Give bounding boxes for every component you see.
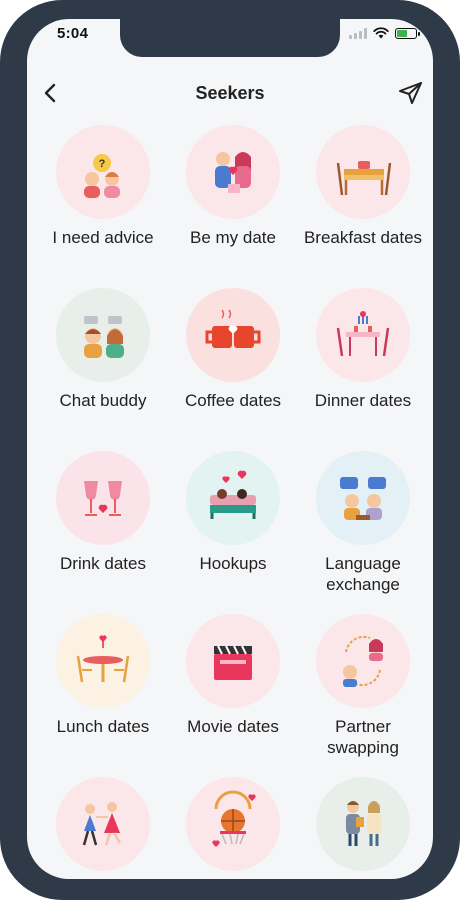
- category-icon-circle[interactable]: [186, 614, 280, 708]
- category-label: Movie dates: [187, 717, 279, 736]
- category-icon-circle[interactable]: [56, 614, 150, 708]
- category-dinner-dates[interactable]: Dinner dates: [298, 288, 428, 451]
- category-breakfast-dates[interactable]: Breakfast dates: [298, 125, 428, 288]
- category-be-my-date[interactable]: Be my date: [168, 125, 298, 288]
- category-study-buddy[interactable]: Study buddy: [298, 777, 428, 879]
- category-icon-circle[interactable]: [56, 777, 150, 871]
- status-icons: [349, 27, 420, 39]
- chat-buddy-icon: [84, 316, 124, 358]
- advice-icon: ?: [84, 154, 120, 198]
- category-icon-circle[interactable]: [186, 777, 280, 871]
- category-icon-circle[interactable]: [316, 451, 410, 545]
- coffee-cups-icon: [205, 309, 261, 348]
- category-icon-circle[interactable]: [316, 125, 410, 219]
- dancing-icon: [82, 802, 122, 846]
- category-i-need-advice[interactable]: ? I need advice: [38, 125, 168, 288]
- breakfast-table-icon: [336, 161, 392, 196]
- partner-swap-icon: [343, 635, 383, 687]
- category-label: Breakfast dates: [303, 228, 423, 247]
- category-lunch-dates[interactable]: Lunch dates: [38, 614, 168, 777]
- device-frame: 5:04 Seekers ? I need advice Be my date Bre…: [0, 0, 460, 900]
- send-icon[interactable]: [397, 79, 425, 107]
- category-sports-dates[interactable]: Sports dates: [168, 777, 298, 879]
- wifi-icon: [373, 27, 389, 39]
- study-buddy-icon: [346, 801, 381, 846]
- category-label: Hookups: [199, 554, 267, 573]
- category-icon-circle[interactable]: [316, 777, 410, 871]
- svg-text:?: ?: [99, 158, 106, 170]
- category-label: Language exchange: [325, 554, 401, 594]
- category-label: Partner swapping: [327, 717, 399, 757]
- clapperboard-icon: [214, 645, 252, 680]
- category-label: I need advice: [52, 228, 154, 247]
- category-icon-circle[interactable]: [56, 288, 150, 382]
- cellular-signal-icon: [349, 27, 367, 39]
- language-exchange-icon: [340, 477, 386, 520]
- wine-glasses-icon: [84, 481, 122, 516]
- basketball-icon: [212, 790, 256, 847]
- category-language-exchange[interactable]: Language exchange: [298, 451, 428, 614]
- lunch-table-icon: [76, 635, 130, 683]
- category-icon-circle[interactable]: [186, 451, 280, 545]
- category-label: Lunch dates: [56, 717, 150, 736]
- category-icon-circle[interactable]: ?: [56, 125, 150, 219]
- notch: [120, 19, 340, 57]
- category-icon-circle[interactable]: [316, 288, 410, 382]
- category-label: Drink dates: [60, 554, 146, 573]
- header: Seekers: [27, 75, 433, 111]
- screen: 5:04 Seekers ? I need advice Be my date Bre…: [27, 19, 433, 879]
- category-drink-dates[interactable]: Drink dates: [38, 451, 168, 614]
- category-partner-swapping[interactable]: Partner swapping: [298, 614, 428, 777]
- category-label: Be my date: [190, 228, 276, 247]
- status-time: 5:04: [57, 25, 89, 42]
- category-coffee-dates[interactable]: Coffee dates: [168, 288, 298, 451]
- category-party-dates[interactable]: Party dates: [38, 777, 168, 879]
- category-label: Dinner dates: [314, 391, 412, 410]
- category-label: Coffee dates: [184, 391, 282, 410]
- page-title: Seekers: [195, 83, 265, 103]
- category-label: Chat buddy: [59, 391, 147, 410]
- category-icon-circle[interactable]: [186, 288, 280, 382]
- battery-icon: [395, 27, 420, 39]
- category-chat-buddy[interactable]: Chat buddy: [38, 288, 168, 451]
- category-hookups[interactable]: Hookups: [168, 451, 298, 614]
- category-icon-circle[interactable]: [56, 451, 150, 545]
- category-icon-circle[interactable]: [186, 125, 280, 219]
- bed-icon: [210, 470, 256, 519]
- couple-icon: [215, 152, 251, 193]
- dinner-table-icon: [336, 311, 390, 357]
- category-icon-circle[interactable]: [316, 614, 410, 708]
- category-grid: ? I need advice Be my date Breakfast dates C…: [38, 125, 428, 879]
- category-movie-dates[interactable]: Movie dates: [168, 614, 298, 777]
